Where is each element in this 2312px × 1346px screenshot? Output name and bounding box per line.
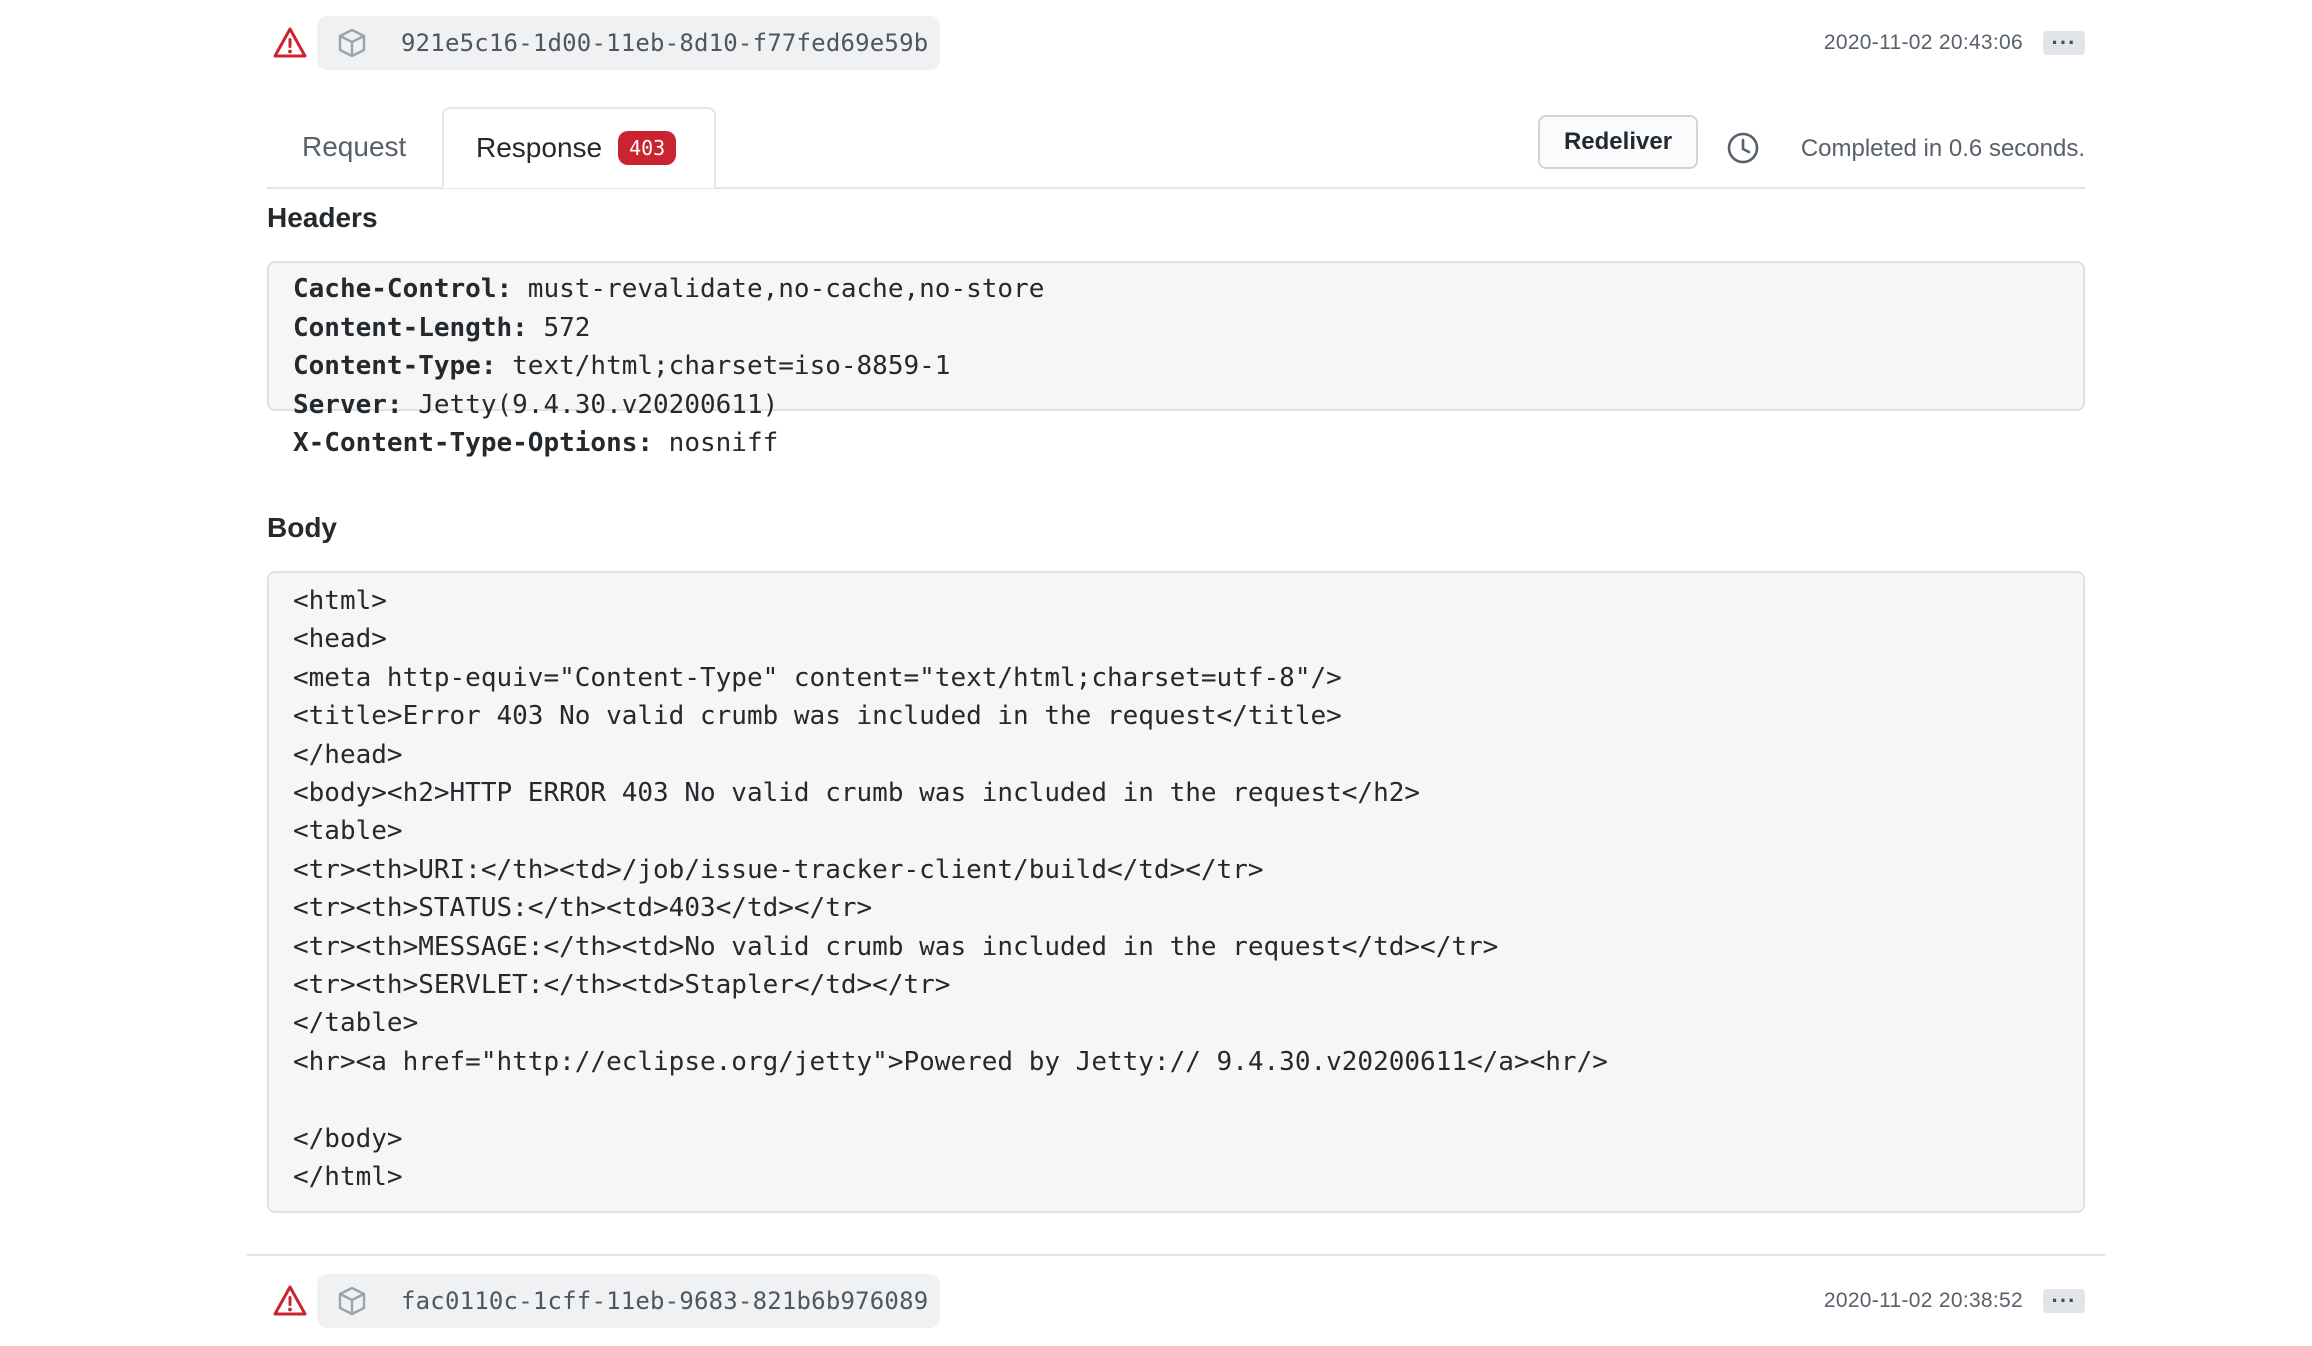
header-line: Cache-Control: must-revalidate,no-cache,… [293, 270, 2059, 309]
tab-request[interactable]: Request [302, 107, 406, 187]
tab-response-label: Response [476, 131, 603, 163]
more-options-button[interactable]: ··· [2043, 31, 2085, 55]
more-options-button[interactable]: ··· [2043, 1289, 2085, 1313]
delivery-item: fac0110c-1cff-11eb-9683-821b6b976089 202… [267, 1273, 2085, 1329]
delivery-item: 921e5c16-1d00-11eb-8d10-f77fed69e59b 202… [267, 15, 2085, 1213]
divider [247, 1254, 2105, 1256]
header-value: text/html;charset=iso-8859-1 [496, 351, 951, 381]
delivery-guid: fac0110c-1cff-11eb-9683-821b6b976089 [401, 1287, 929, 1315]
header-key: Server: [293, 389, 403, 420]
body-block: <html> <head> <meta http-equiv="Content-… [267, 571, 2085, 1213]
header-key: X-Content-Type-Options: [293, 428, 654, 458]
package-icon [338, 1286, 366, 1316]
tab-response[interactable]: Response 403 [442, 107, 716, 188]
response-body: <html> <head> <meta http-equiv="Content-… [293, 586, 1608, 1193]
completion-time: Completed in 0.6 seconds. [1800, 135, 2085, 162]
webhook-deliveries-page: 921e5c16-1d00-11eb-8d10-f77fed69e59b 202… [0, 0, 2312, 1346]
headers-heading: Headers [267, 202, 378, 233]
delivery-header[interactable]: 921e5c16-1d00-11eb-8d10-f77fed69e59b 202… [267, 15, 2085, 71]
delivery-header[interactable]: fac0110c-1cff-11eb-9683-821b6b976089 202… [267, 1273, 2085, 1329]
header-key: Cache-Control: [293, 274, 513, 304]
alert-icon [273, 1285, 307, 1316]
package-icon [338, 28, 366, 58]
redeliver-button[interactable]: Redeliver [1538, 115, 1698, 169]
clock-icon [1727, 132, 1759, 164]
guid-pill[interactable]: 921e5c16-1d00-11eb-8d10-f77fed69e59b [317, 16, 941, 70]
header-line: Server: Jetty(9.4.30.v20200611) [293, 386, 2059, 425]
status-badge: 403 [618, 130, 677, 165]
header-value: nosniff [653, 428, 779, 458]
header-key: Content-Length: [293, 312, 528, 343]
header-line: Content-Length: 572 [293, 309, 2059, 348]
body-heading: Body [267, 512, 337, 543]
headers-block: Cache-Control: must-revalidate,no-cache,… [267, 261, 2085, 458]
header-line: X-Content-Type-Options: nosniff [293, 424, 2059, 463]
alert-icon [273, 27, 307, 58]
request-response-tabs: Request Response 403 Redeliver Completed… [267, 107, 2085, 189]
header-value: must-revalidate,no-cache,no-store [512, 274, 1045, 304]
delivery-timestamp: 2020-11-02 20:43:06 [1823, 31, 2023, 54]
header-value: Jetty(9.4.30.v20200611) [402, 389, 779, 420]
delivery-timestamp: 2020-11-02 20:38:52 [1823, 1289, 2023, 1312]
header-line: Content-Type: text/html;charset=iso-8859… [293, 347, 2059, 386]
tab-request-label: Request [302, 131, 407, 162]
delivery-guid: 921e5c16-1d00-11eb-8d10-f77fed69e59b [401, 29, 929, 57]
guid-pill[interactable]: fac0110c-1cff-11eb-9683-821b6b976089 [317, 1274, 941, 1328]
header-value: 572 [527, 312, 591, 343]
header-key: Content-Type: [293, 351, 497, 381]
